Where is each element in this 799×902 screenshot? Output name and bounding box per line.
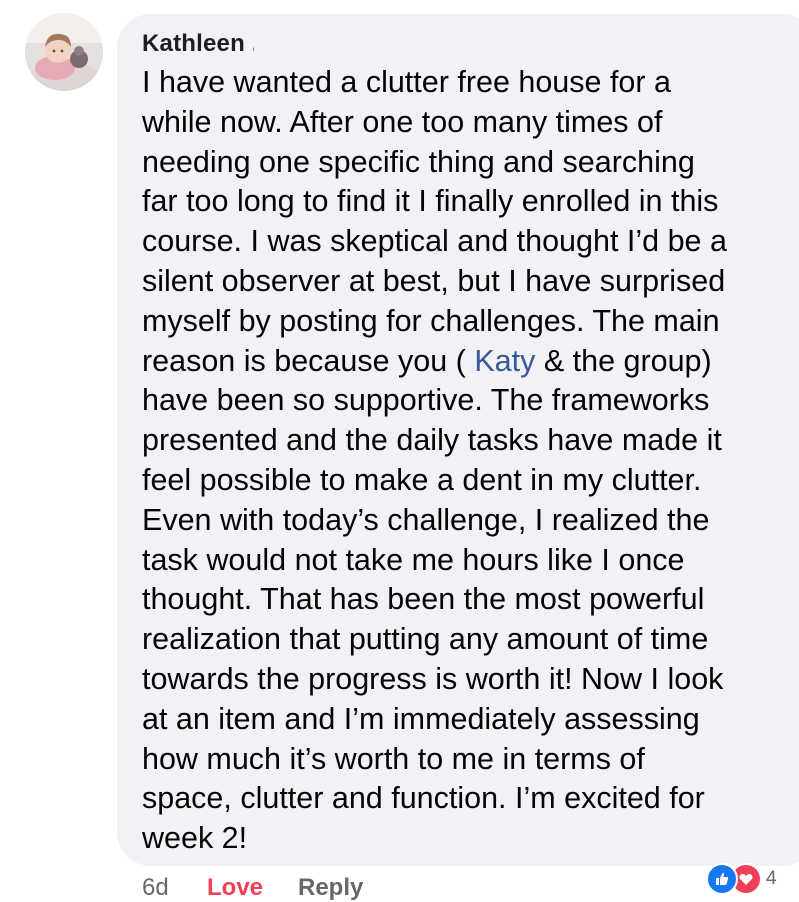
avatar[interactable]	[25, 13, 103, 91]
mention-prefix: reason is because you (	[142, 343, 475, 378]
comment-timestamp[interactable]: 6d	[142, 874, 169, 901]
comment-line: needing one specific thing and searching	[142, 144, 695, 179]
like-icon	[706, 863, 738, 895]
comment-line: I have wanted a clutter free house for a	[142, 65, 671, 99]
comment-line: week 2!	[142, 821, 248, 856]
comment-line: how much it’s worth to me in terms of	[142, 741, 645, 776]
redaction-mark	[254, 26, 380, 54]
comment-line: while now. After one too many times of	[142, 104, 663, 139]
comment-line: at an item and I’m immediately assessing	[142, 701, 700, 736]
comment-line: course. I was skeptical and thought I’d …	[142, 224, 727, 259]
comment-line: have been so supportive. The frameworks	[142, 383, 710, 418]
comment-line: silent observer at best, but I have surp…	[142, 263, 726, 298]
comment-line: feel possible to make a dent in my clutt…	[142, 462, 702, 497]
comment-text: I have wanted a clutter free house for a…	[142, 63, 727, 859]
comment-line: task would not take me hours like I once	[142, 542, 685, 577]
comment-line: far too long to find it I finally enroll…	[142, 184, 719, 219]
comment-line-mention: reason is because you ( Katy & the group…	[142, 342, 727, 382]
reaction-summary[interactable]: 4	[706, 862, 777, 896]
comment-line: myself by posting for challenges. The ma…	[142, 303, 720, 338]
comment-actions: 6d Love Reply	[142, 874, 363, 902]
comment-line: thought. That has been the most powerful	[142, 582, 705, 617]
reply-button[interactable]: Reply	[298, 874, 363, 902]
mention-suffix: & the group)	[535, 343, 712, 378]
comment-line: Even with today’s challenge, I realized …	[142, 502, 710, 537]
comment-line: presented and the daily tasks have made …	[142, 423, 722, 458]
comment-line: towards the progress is worth it! Now I …	[142, 661, 724, 696]
comment-line: space, clutter and function. I’m excited…	[142, 781, 705, 816]
reaction-count: 4	[766, 868, 777, 889]
mention-link[interactable]: Katy	[474, 344, 535, 378]
comment-line: realization that putting any amount of t…	[142, 622, 709, 657]
comment-author[interactable]: Kathleen .	[142, 30, 259, 58]
love-reaction-button[interactable]: Love	[207, 874, 263, 902]
